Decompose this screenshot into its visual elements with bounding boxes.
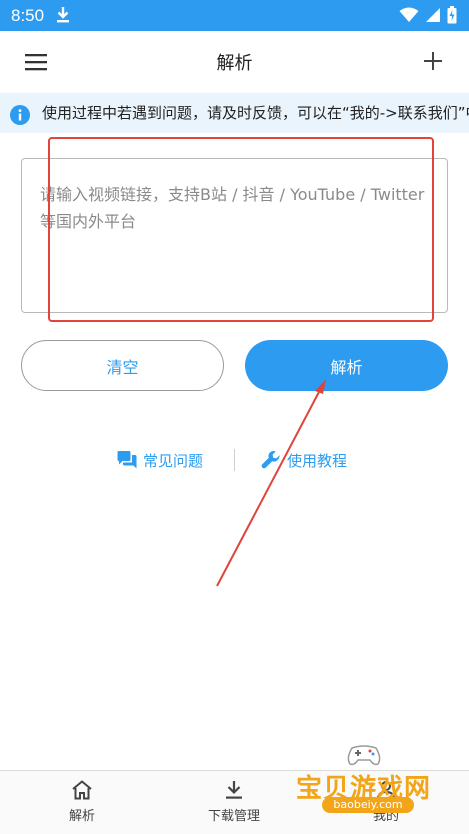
download-status-icon — [57, 7, 69, 23]
battery-icon — [447, 6, 457, 24]
signal-icon — [426, 8, 440, 22]
help-divider — [234, 449, 235, 471]
notice-banner: 使用过程中若遇到问题，请及时反馈，可以在“我的->联系我们”中反馈 — [0, 93, 469, 133]
video-link-input[interactable] — [21, 158, 448, 313]
status-icons — [399, 6, 457, 24]
parse-button[interactable]: 解析 — [245, 340, 448, 391]
home-icon — [72, 780, 92, 800]
gamepad-icon — [347, 745, 381, 766]
nav-label-download: 下载管理 — [207, 809, 260, 824]
wrench-icon — [261, 451, 280, 469]
faq-label: 常见问题 — [143, 451, 204, 470]
download-icon — [226, 781, 242, 799]
page-title: 解析 — [216, 53, 253, 74]
info-icon — [10, 105, 30, 125]
status-time: 8:50 — [11, 6, 45, 25]
app-bar: 解析 — [0, 31, 469, 93]
nav-item-parse[interactable]: 解析 — [27, 779, 137, 831]
nav-label-mine: 我的 — [372, 809, 399, 824]
tutorial-label: 使用教程 — [287, 451, 348, 470]
wifi-icon — [399, 7, 419, 22]
add-icon[interactable] — [422, 50, 444, 72]
status-bar: 8:50 — [0, 0, 469, 31]
help-links: 常见问题 使用教程 — [0, 447, 469, 473]
nav-item-download[interactable]: 下载管理 — [179, 779, 289, 831]
bottom-nav: 解析 下载管理 我的 — [0, 770, 469, 834]
notice-text: 使用过程中若遇到问题，请及时反馈，可以在“我的->联系我们”中反馈 — [42, 104, 469, 122]
nav-label-parse: 解析 — [68, 809, 95, 824]
faq-link[interactable]: 常见问题 — [117, 447, 203, 473]
nav-item-mine[interactable]: 我的 — [331, 779, 441, 831]
chat-icon — [117, 451, 137, 469]
clear-button[interactable]: 清空 — [21, 340, 224, 391]
person-icon — [377, 781, 395, 800]
tutorial-link[interactable]: 使用教程 — [261, 447, 347, 473]
